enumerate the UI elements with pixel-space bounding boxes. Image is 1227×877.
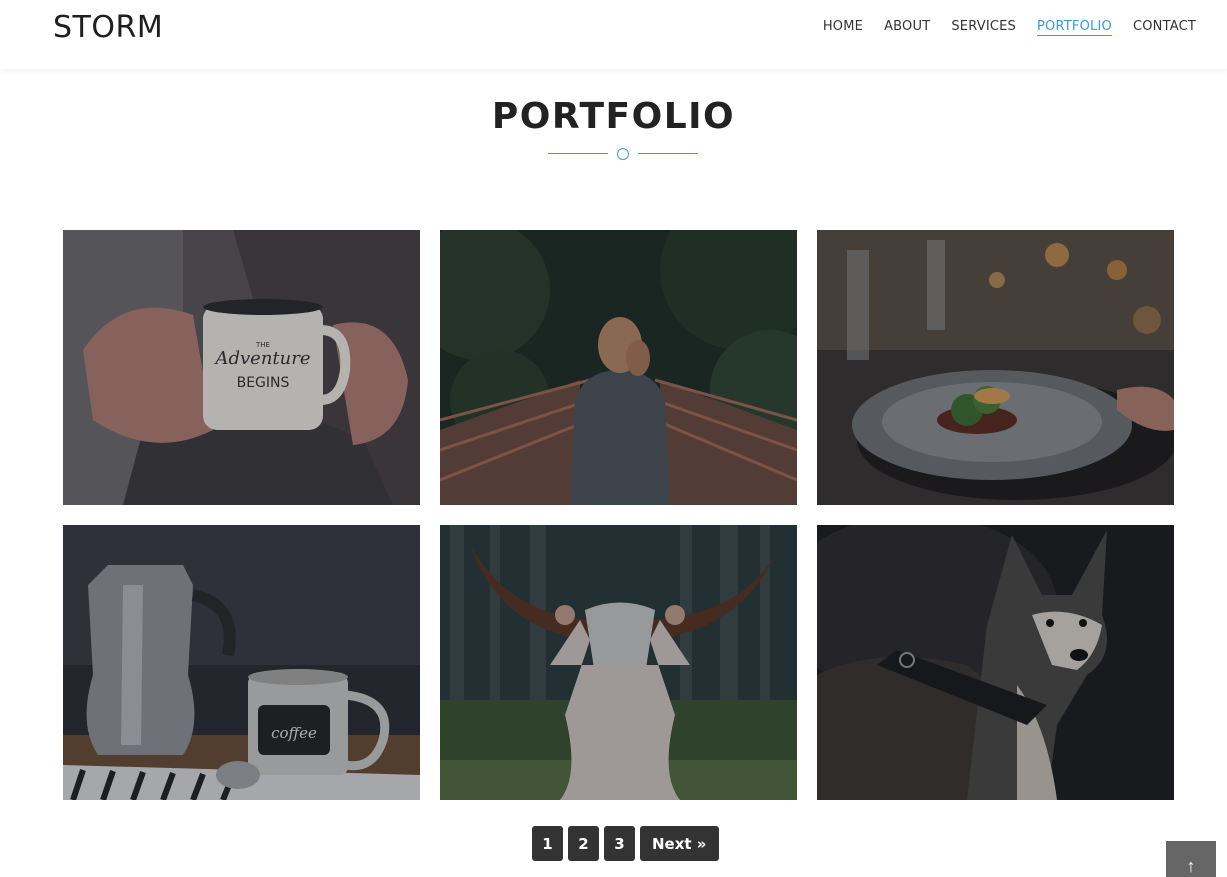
nav-about[interactable]: ABOUT [884, 19, 930, 36]
portfolio-item-husky[interactable] [817, 525, 1174, 800]
portfolio-item-coffee[interactable]: coffee [63, 525, 420, 800]
page-1-button[interactable]: 1 [532, 826, 563, 861]
back-to-top-button[interactable]: ↑ [1166, 841, 1216, 877]
portfolio-image-coffee: coffee [63, 525, 420, 800]
site-header: STORM HOME ABOUT SERVICES PORTFOLIO CONT… [0, 0, 1227, 69]
portfolio-item-bridge[interactable] [440, 230, 797, 505]
page-2-button[interactable]: 2 [568, 826, 599, 861]
site-logo[interactable]: STORM [53, 10, 163, 45]
portfolio-item-dinner[interactable] [817, 230, 1174, 505]
divider-circle-icon [617, 148, 629, 160]
divider-line-right [638, 153, 698, 154]
portfolio-item-skull[interactable] [440, 525, 797, 800]
portfolio-image-skull [440, 525, 797, 800]
arrow-up-icon: ↑ [1186, 856, 1196, 876]
divider-line-left [548, 153, 608, 154]
portfolio-image-bridge [440, 230, 797, 505]
page-title: PORTFOLIO [491, 96, 736, 137]
portfolio-item-mug[interactable]: THE Adventure BEGINS [63, 230, 420, 505]
nav-home[interactable]: HOME [823, 19, 863, 36]
page-3-button[interactable]: 3 [604, 826, 635, 861]
pagination: 1 2 3 Next » [532, 826, 719, 861]
nav-portfolio[interactable]: PORTFOLIO [1037, 19, 1112, 36]
title-divider [548, 147, 698, 161]
portfolio-image-mug: THE Adventure BEGINS [63, 230, 420, 505]
portfolio-image-dinner [817, 230, 1174, 505]
main-nav: HOME ABOUT SERVICES PORTFOLIO CONTACT [823, 19, 1196, 36]
nav-services[interactable]: SERVICES [951, 19, 1016, 36]
next-page-button[interactable]: Next » [640, 826, 719, 861]
portfolio-image-husky [817, 525, 1174, 800]
nav-contact[interactable]: CONTACT [1133, 19, 1196, 36]
